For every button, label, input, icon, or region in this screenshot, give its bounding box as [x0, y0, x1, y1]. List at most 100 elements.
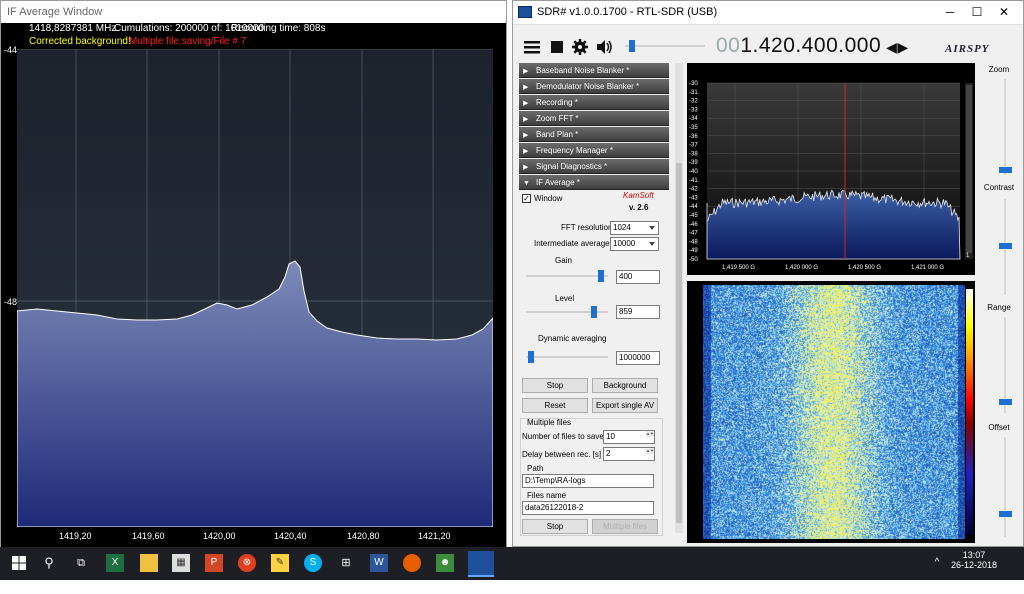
clock-time: 13:07: [962, 550, 986, 560]
plugin-recording[interactable]: ▶ Recording *: [519, 95, 669, 110]
intermediate-average-select[interactable]: 10000: [610, 237, 659, 251]
gain-slider[interactable]: [526, 270, 608, 282]
fft-resolution-select[interactable]: 1024: [610, 221, 659, 235]
word-icon[interactable]: W: [370, 554, 388, 572]
clock-date: 26-12-2018: [950, 560, 998, 570]
powerpoint-icon[interactable]: P: [205, 554, 223, 572]
zoom-label: Zoom: [988, 65, 1010, 74]
spectrum-y-tick: -43: [689, 195, 698, 201]
network-app-icon[interactable]: ⊞: [337, 554, 355, 572]
spectrum-x-ticks: 1,419 500 G 1,420 000 G 1,420 500 G 1,42…: [722, 265, 944, 271]
contrast-label: Contrast: [983, 183, 1015, 192]
spectrum-y-tick: -37: [689, 143, 698, 149]
minimize-button[interactable]: ─: [937, 4, 963, 20]
volume-slider[interactable]: [625, 40, 705, 52]
menu-icon[interactable]: [523, 38, 541, 56]
waterfall-display[interactable]: [687, 281, 975, 543]
stop-icon[interactable]: [548, 38, 566, 56]
corrected-background-label: Corrected background!: [29, 36, 131, 47]
range-slider[interactable]: [999, 317, 1012, 413]
spectrum-y-tick: -30: [689, 81, 698, 87]
window-checkbox[interactable]: ✓: [522, 194, 531, 203]
files-name-input[interactable]: data26122018-2: [522, 501, 654, 515]
plugin-panel: ▶ Baseband Noise Blanker * ▶ Demodulator N…: [519, 63, 683, 543]
if-y-tick: -44: [4, 45, 18, 55]
if-frequency-readout: 1418,8287381 MHz: [29, 23, 117, 34]
file-explorer-icon[interactable]: [140, 554, 158, 572]
spectrum-y-tick: -44: [689, 204, 698, 210]
spectrum-analyzer[interactable]: -30 -31 -32 -33 -34 -35 -36 -37 -38 -39 -40 -41 -42 -…: [687, 63, 975, 275]
reset-button[interactable]: Reset: [522, 398, 588, 413]
plugin-panel-scrollbar[interactable]: [675, 63, 683, 533]
delay-stepper[interactable]: 2: [603, 447, 655, 461]
multiple-files-button[interactable]: Multiple files: [592, 519, 658, 534]
spectrum-x-tick: 1,420 000 G: [785, 265, 818, 271]
stop-button[interactable]: Stop: [522, 378, 588, 393]
multiple-files-label: Multiple files: [527, 418, 572, 427]
export-single-av-button[interactable]: Export single AV: [592, 398, 658, 413]
if-x-tick: 1420,00: [203, 531, 236, 541]
level-slider[interactable]: [526, 306, 608, 318]
dynamic-averaging-input[interactable]: 1000000: [616, 351, 660, 365]
if-x-tick: 1421,20: [418, 531, 451, 541]
frequency-display[interactable]: 001.420.400.000 ◀▶: [716, 34, 909, 58]
plugin-band-plan[interactable]: ▶ Band Plan *: [519, 127, 669, 142]
plugin-if-average[interactable]: ▼ IF Average *: [519, 175, 669, 190]
dynamic-averaging-label: Dynamic averaging: [538, 334, 607, 343]
taskbar: ⚲ ⧉ X ▦ P ⊗ ✎ S ⊞ W ☻ ^ 13:07 26-12-2018: [0, 547, 1024, 580]
gain-input[interactable]: 400: [616, 270, 660, 284]
maximize-button[interactable]: ☐: [964, 4, 990, 20]
spectrum-y-tick: -34: [689, 116, 698, 122]
dynamic-averaging-slider[interactable]: [526, 351, 608, 363]
android-icon[interactable]: ☻: [436, 554, 454, 572]
contrast-slider[interactable]: [999, 199, 1012, 295]
notes-icon[interactable]: ✎: [271, 554, 289, 572]
range-label: Range: [987, 303, 1011, 312]
multiple-file-saving-label: Multiple file saving/File # 7: [129, 36, 247, 47]
window-checkbox-label: Window: [534, 194, 563, 203]
zoom-slider[interactable]: [999, 79, 1012, 175]
sdr-app-icon: [518, 6, 532, 18]
offset-slider[interactable]: [999, 437, 1012, 537]
plugin-baseband-noise-blanker[interactable]: ▶ Baseband Noise Blanker *: [519, 63, 669, 78]
number-of-files-stepper[interactable]: 10: [603, 430, 655, 444]
search-icon[interactable]: ⚲: [40, 554, 58, 572]
taskbar-clock[interactable]: 13:07 26-12-2018: [944, 550, 1004, 570]
excel-icon[interactable]: X: [106, 554, 124, 572]
if-x-tick: 1419,20: [59, 531, 92, 541]
speaker-icon[interactable]: [595, 38, 613, 56]
waterfall-image: [703, 285, 965, 539]
skype-icon[interactable]: S: [304, 554, 322, 572]
plugin-zoom-fft[interactable]: ▶ Zoom FFT *: [519, 111, 669, 126]
sdr-window: SDR# v1.0.0.1700 - RTL-SDR (USB) ─ ☐ ✕ 0…: [512, 0, 1024, 547]
author-label: KamSoft: [623, 191, 654, 200]
files-name-label: Files name: [527, 491, 567, 500]
spectrum-scrollbar-thumb[interactable]: [966, 85, 972, 253]
spectrum-y-tick: -40: [689, 169, 698, 175]
display-controls: Zoom Contrast Range Offset: [977, 63, 1021, 543]
calculator-icon[interactable]: ▦: [172, 554, 190, 572]
spectrum-y-tick: -46: [689, 222, 698, 228]
app-icon[interactable]: ⊗: [238, 554, 256, 572]
plugin-demodulator-noise-blanker[interactable]: ▶ Demodulator Noise Blanker *: [519, 79, 669, 94]
sdr-taskbar-icon[interactable]: [468, 551, 494, 577]
task-view-icon[interactable]: ⧉: [72, 554, 90, 572]
spectrum-y-tick: -41: [689, 178, 698, 184]
if-x-tick: 1420,80: [347, 531, 380, 541]
firefox-icon[interactable]: [403, 554, 421, 572]
spectrum-x-tick: 1,421 000 G: [911, 265, 944, 271]
close-button[interactable]: ✕: [991, 4, 1017, 20]
path-input[interactable]: D:\Temp\RA-logs: [522, 474, 654, 488]
gear-icon[interactable]: [571, 38, 589, 56]
background-button[interactable]: Background: [592, 378, 658, 393]
offset-label: Offset: [988, 423, 1010, 432]
path-label: Path: [527, 464, 544, 473]
level-input[interactable]: 859: [616, 305, 660, 319]
if-plot-area: 1418,8287381 MHz Cumulations: 200000 of:…: [1, 23, 506, 547]
plugin-signal-diagnostics[interactable]: ▶ Signal Diagnostics *: [519, 159, 669, 174]
stop-multiple-button[interactable]: Stop: [522, 519, 588, 534]
plugin-frequency-manager[interactable]: ▶ Frequency Manager *: [519, 143, 669, 158]
windows-start-icon[interactable]: [10, 554, 28, 572]
spectrum-y-tick: -47: [689, 231, 698, 237]
airspy-logo: AIRSPY: [945, 43, 990, 55]
